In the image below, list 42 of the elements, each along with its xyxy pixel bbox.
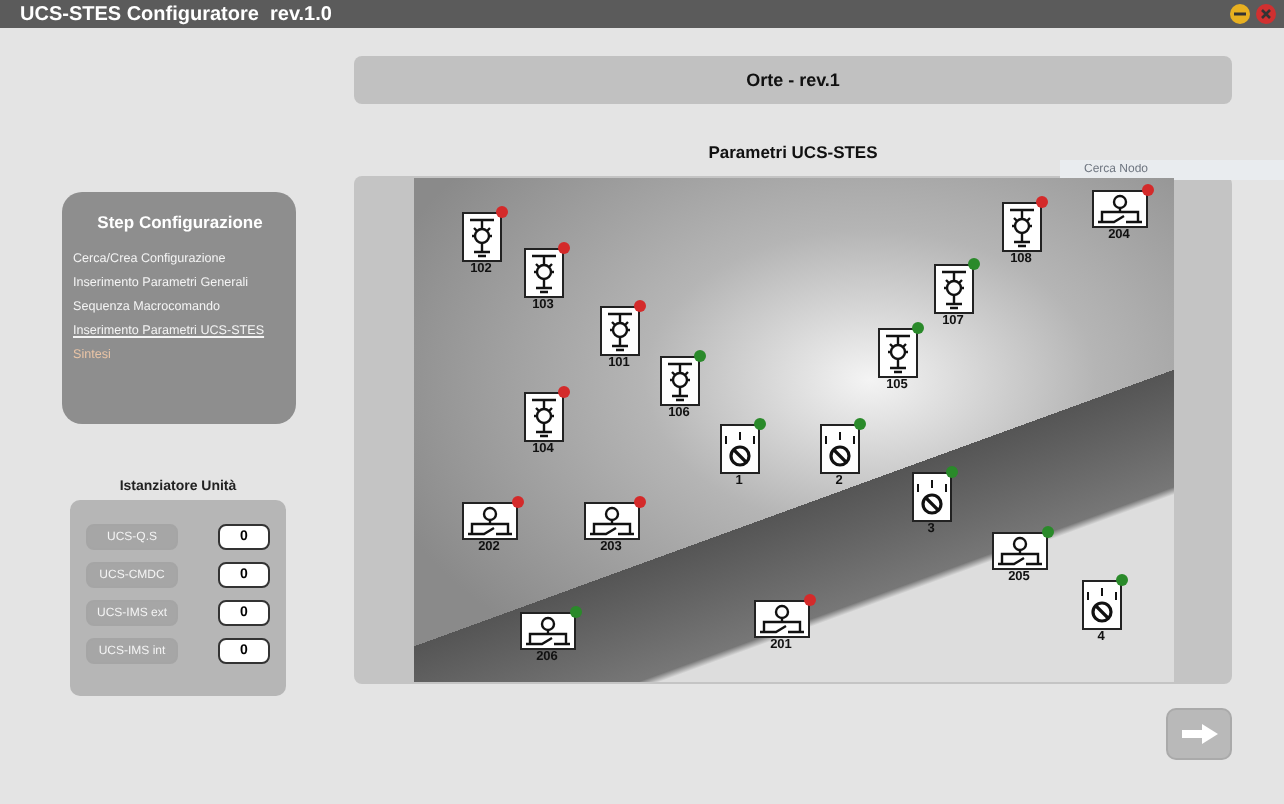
switch-icon [587,506,635,536]
switch-icon [757,604,805,634]
selector-icon [721,429,757,469]
disconnector-lamp-icon [939,267,967,311]
node-symbol[interactable] [583,502,639,540]
node-symbol[interactable] [819,424,859,474]
node-symbol[interactable] [933,264,973,314]
node-symbol[interactable] [461,502,517,540]
disconnector-lamp-icon [605,309,633,353]
disconnector-lamp-icon [529,395,557,439]
minimize-icon[interactable] [1230,4,1250,24]
node-symbol[interactable] [599,306,639,356]
switch-icon [1095,194,1143,224]
disconnector-lamp-icon [467,215,495,259]
selector-icon [821,429,857,469]
node-symbol[interactable] [1001,202,1041,252]
node-symbol[interactable] [1081,580,1121,630]
node-symbol[interactable] [523,392,563,442]
header-bar: Orte - rev.1 [354,56,1232,104]
node-symbol[interactable] [1091,190,1147,228]
node-symbol[interactable] [991,532,1047,570]
selector-icon [913,477,949,517]
disconnector-lamp-icon [665,359,693,403]
disconnector-lamp-icon [883,331,911,375]
diagram-title: Parametri UCS-STES [708,142,878,162]
node-symbol[interactable] [519,612,575,650]
disconnector-lamp-icon [1007,205,1035,249]
switch-icon [995,536,1043,566]
selector-icon [1083,585,1119,625]
node-symbol[interactable] [911,472,951,522]
arrow-right-icon [1179,722,1219,746]
window-title: UCS-STES Configuratore rev.1.0 [20,3,332,25]
node-symbol[interactable] [753,600,809,638]
node-symbol[interactable] [719,424,759,474]
node-symbol[interactable] [659,356,699,406]
disconnector-lamp-icon [529,251,557,295]
node-symbol[interactable] [877,328,917,378]
node-symbol[interactable] [523,248,563,298]
step-panel-title: Step Configurazione [95,212,265,232]
switch-icon [523,616,571,646]
node-symbol[interactable] [461,212,501,262]
switch-icon [465,506,513,536]
